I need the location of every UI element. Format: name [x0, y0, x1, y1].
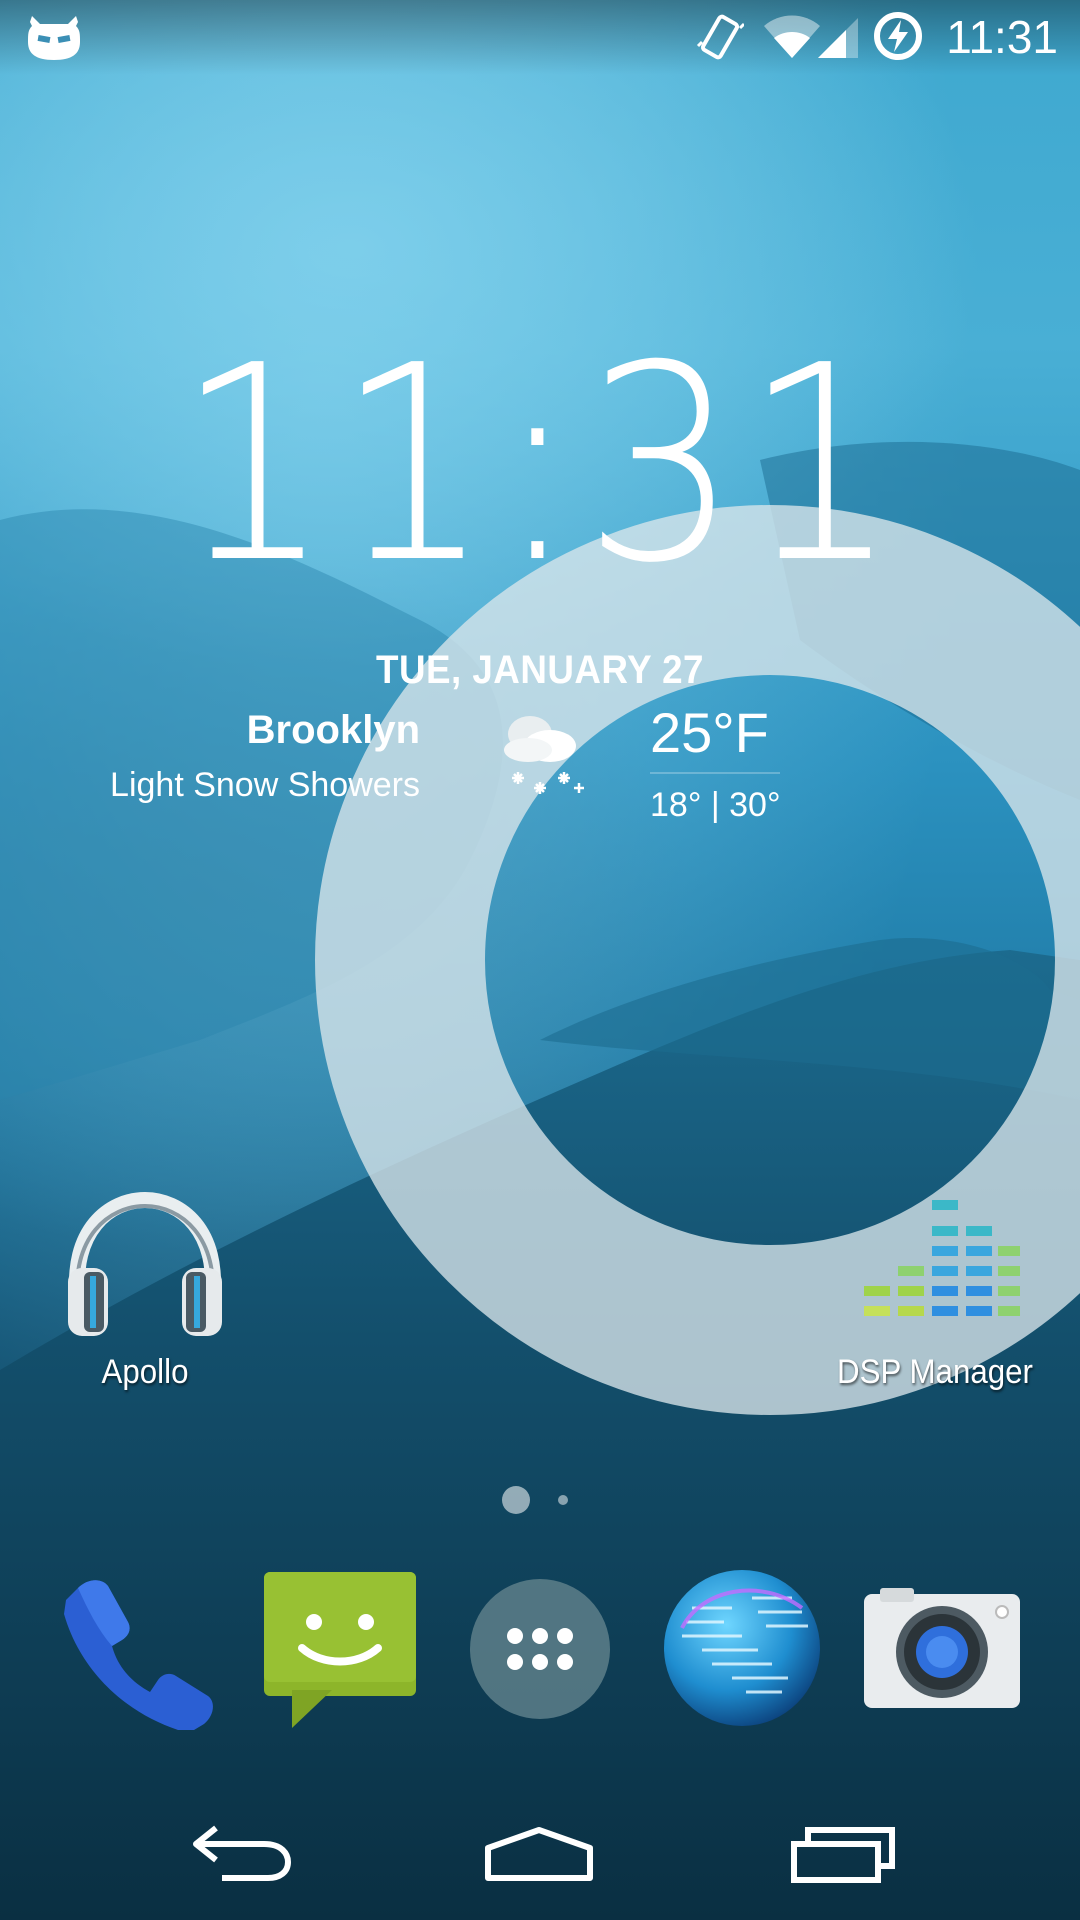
- apps-grid-icon[interactable]: [469, 1578, 611, 1725]
- cyanogenmod-icon: [26, 12, 82, 67]
- recents-icon[interactable]: [790, 1824, 896, 1889]
- app-dsp-manager[interactable]: DSP Manager: [820, 1190, 1050, 1392]
- status-bar[interactable]: 11:31: [0, 0, 1080, 75]
- weather-range: 18° | 30°: [650, 786, 781, 824]
- snow-cloud-icon: [498, 706, 588, 811]
- app-apollo[interactable]: Apollo: [40, 1190, 250, 1392]
- back-icon[interactable]: [188, 1822, 292, 1887]
- page-dot-active: [502, 1486, 530, 1514]
- weather-condition: Light Snow Showers: [110, 766, 420, 804]
- signal-icon: [816, 14, 860, 65]
- camera-icon[interactable]: [862, 1586, 1022, 1715]
- wifi-icon: [762, 14, 822, 65]
- weather-city[interactable]: Brooklyn: [247, 708, 420, 753]
- battery-charging-icon: [872, 10, 924, 67]
- app-label: Apollo: [101, 1353, 189, 1391]
- page-dot: [558, 1495, 568, 1505]
- phone-icon[interactable]: [58, 1570, 218, 1735]
- globe-icon[interactable]: [662, 1568, 822, 1733]
- clock-widget-time[interactable]: 11:31: [0, 330, 1080, 600]
- message-icon[interactable]: [262, 1570, 418, 1735]
- navigation-bar: [0, 1776, 1080, 1920]
- weather-temperature: 25°F: [650, 701, 769, 764]
- home-icon[interactable]: [484, 1826, 594, 1887]
- headphones-icon: [40, 1190, 250, 1345]
- vibrate-icon: [696, 12, 746, 67]
- weather-divider: [650, 772, 780, 774]
- app-label: DSP Manager: [837, 1353, 1033, 1391]
- status-bar-clock: 11:31: [946, 11, 1058, 63]
- equalizer-icon: [850, 1190, 1024, 1345]
- clock-widget-date[interactable]: TUE, JANUARY 27: [43, 648, 1037, 693]
